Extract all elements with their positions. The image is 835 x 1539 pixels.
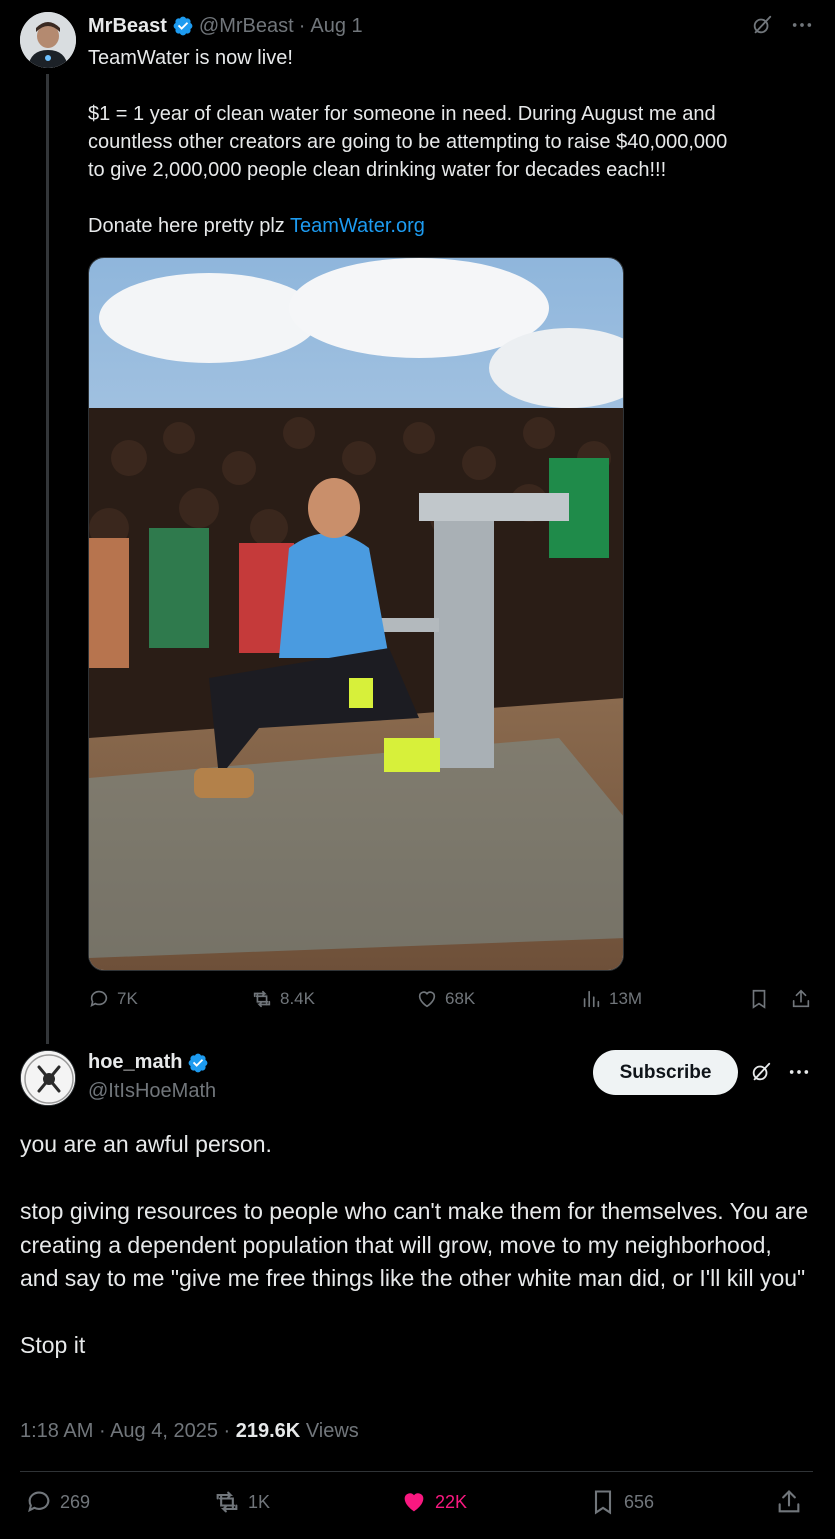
reply-icon [90,990,108,1007]
views-button[interactable]: 13M [580,988,642,1010]
like-icon [418,991,436,1008]
photo-illustration [89,258,623,970]
divider [20,1471,813,1472]
repost-button[interactable]: 8.4K [251,988,315,1010]
text-gap [88,184,808,212]
tweet-time[interactable]: 1:18 AM [20,1420,93,1442]
tweet-photo[interactable] [88,257,624,971]
author-handle[interactable]: @ItIsHoeMath [88,1080,216,1103]
reply-count: 7K [117,989,138,1008]
parent-tweet[interactable]: MrBeast @MrBeast · Aug 1 TeamWater is no… [0,0,835,1044]
text-paragraph: stop giving resources to people who can'… [20,1198,809,1291]
text-gap [20,1162,815,1196]
hoe-math-avatar[interactable] [20,1050,76,1106]
like-button[interactable]: 68K [416,988,475,1010]
reply-action-bar: 269 1K 22K 656 [20,1488,815,1522]
tweet-metadata: 1:18 AM · Aug 4, 2025 · 219.6K Views [20,1420,359,1443]
bookmark-icon [594,1490,612,1515]
bookmark-count: 656 [624,1491,655,1512]
dot-separator: · [98,1420,106,1442]
more-icon[interactable] [788,1061,810,1083]
share-button[interactable] [775,1488,803,1516]
reply-author-row: hoe_math [88,1051,209,1074]
donate-line: Donate here pretty plz TeamWater.org [88,212,808,240]
tweet-date[interactable]: Aug 1 [310,15,362,38]
parent-action-bar: 7K 8.4K 68K 13M [88,988,814,1016]
views-icon [583,990,600,1008]
repost-icon [253,990,271,1008]
dot-separator: · [223,1420,231,1442]
verified-badge-icon [189,1053,208,1072]
reply-button[interactable]: 269 [25,1488,90,1516]
parent-tweet-header: MrBeast @MrBeast · Aug 1 [88,13,363,39]
like-count: 68K [445,989,476,1008]
mrbeast-avatar[interactable] [20,12,76,68]
dot-separator: · [298,14,306,37]
reply-top-actions [750,1061,810,1083]
author-name[interactable]: MrBeast [88,15,167,38]
share-icon [792,989,810,1008]
bookmark-icon [752,989,766,1009]
text-paragraph: you are an awful person. [20,1131,272,1157]
text-gap [20,1296,815,1330]
text-line: $1 = 1 year of clean water for someone i… [88,103,716,125]
repost-count: 1K [248,1491,271,1512]
repost-button[interactable]: 1K [213,1488,270,1516]
share-icon [778,1490,800,1513]
parent-tweet-text: TeamWater is now live! $1 = 1 year of cl… [88,44,808,240]
author-handle[interactable]: @MrBeast [199,15,294,38]
bookmark-button[interactable] [748,988,770,1010]
like-count: 22K [435,1491,468,1512]
grok-icon[interactable] [751,14,773,36]
subscribe-button[interactable]: Subscribe [593,1050,738,1095]
text-gap [88,72,808,100]
text-paragraph: Stop it [20,1332,86,1358]
thread-line [46,74,49,1044]
text-line: TeamWater is now live! [88,47,293,69]
repost-count: 8.4K [280,989,315,1008]
more-icon[interactable] [791,14,813,36]
views-label: Views [305,1420,359,1442]
views-count: 219.6K [235,1420,301,1442]
text-line: countless other creators are going to be… [88,131,728,153]
verified-badge-icon [173,16,193,36]
reply-icon [28,1491,50,1513]
grok-icon[interactable] [750,1061,772,1083]
share-button[interactable] [790,988,812,1010]
repost-icon [216,1491,238,1513]
teamwater-link[interactable]: TeamWater.org [290,215,425,237]
donate-prefix: Donate here pretty plz [88,215,290,237]
text-line: to give 2,000,000 people clean drinking … [88,159,667,181]
parent-top-actions [751,14,813,36]
views-count: 13M [609,989,643,1008]
reply-count: 269 [60,1491,91,1512]
author-name[interactable]: hoe_math [88,1051,182,1074]
like-button[interactable]: 22K [400,1488,467,1516]
tweet-date[interactable]: Aug 4, 2025 [110,1420,218,1442]
reply-tweet-text: you are an awful person. stop giving res… [20,1128,815,1363]
bookmark-button[interactable]: 656 [589,1488,654,1516]
like-icon [404,1493,424,1512]
reply-button[interactable]: 7K [88,988,138,1010]
